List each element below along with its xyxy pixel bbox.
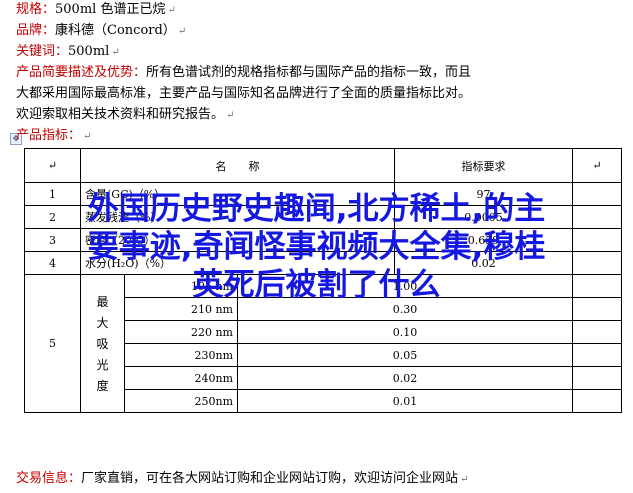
overlay-line-3: 英死后被割了什么 [192, 267, 441, 303]
table-cell: ↵ [24, 148, 81, 183]
header-name-cell: 名 称 [79, 148, 396, 183]
overlay-line-1: 外国历史野史趣闻,北方稀土,的主 [87, 191, 546, 227]
abs-label-char: 度 [96, 379, 109, 393]
paragraph-mark-icon: ↵ [83, 131, 92, 142]
desc-text-3: 欢迎索取相关技术资料和研究报告。 [16, 107, 225, 122]
table-cell [572, 389, 623, 413]
desc-label: 产品简要描述及优势： [16, 65, 147, 80]
abs-value: 0.01 [236, 389, 574, 413]
paragraph-mark-icon: ↵ [460, 474, 469, 485]
indicators-line: 产品指标： ↵ [16, 127, 91, 146]
spec-line: 规格：500ml 色谱正已烷 ↵ [16, 1, 176, 20]
abs-value: 0.05 [236, 343, 574, 367]
brand-label: 品牌： [16, 23, 56, 38]
abs-label-char: 大 [96, 316, 109, 330]
keywords-value: 500ml [68, 44, 110, 59]
header-req-cell: 指标要求 [394, 148, 574, 183]
abs-label-char: 光 [96, 358, 109, 372]
abs-wavelength: 240nm [124, 366, 238, 390]
indicators-label: 产品指标： [16, 128, 82, 143]
overlay-title: 外国历史野史趣闻,北方稀土,的主 要事迹,奇闻怪事视频大全集,穆桂 英死后被割了… [0, 190, 633, 304]
desc-line-2: 大都采用国际最高标准，主要产品与国际知名品牌进行了全面的质量指标比对。 [16, 85, 471, 103]
spec-label: 规格： [16, 2, 56, 17]
trade-value: 厂家直销，可在各大网站订购和企业网站订购，欢迎访问企业网站 [81, 471, 459, 486]
paragraph-mark-icon: ↵ [167, 5, 176, 16]
paragraph-mark-icon: ↵ [226, 110, 235, 121]
trade-line: 交易信息：厂家直销，可在各大网站订购和企业网站订购，欢迎访问企业网站 ↵ [16, 470, 468, 489]
brand-value: 康科德（Concord） [55, 23, 176, 38]
table-cell: ↵ [572, 148, 623, 183]
abs-value: 0.10 [236, 320, 574, 344]
overlay-line-2: 要事迹,奇闻怪事视频大全集,穆桂 [87, 229, 546, 265]
brand-line: 品牌：康科德（Concord） ↵ [16, 22, 186, 41]
abs-wavelength: 220 nm [124, 320, 238, 344]
keywords-line: 关键词：500ml ↵ [16, 43, 120, 62]
keywords-label: 关键词： [16, 44, 69, 59]
abs-wavelength: 250nm [124, 389, 238, 413]
spec-value: 500ml 色谱正已烷 [55, 2, 166, 17]
desc-line-1: 产品简要描述及优势：所有色谱试剂的规格指标都与国际产品的指标一致，而且 [16, 64, 471, 82]
desc-text-2: 大都采用国际最高标准，主要产品与国际知名品牌进行了全面的质量指标比对。 [16, 86, 472, 101]
trade-label: 交易信息： [16, 471, 82, 486]
table-cell [572, 320, 623, 344]
desc-line-3: 欢迎索取相关技术资料和研究报告。 ↵ [16, 106, 234, 125]
table-cell [572, 343, 623, 367]
desc-text-1: 所有色谱试剂的规格指标都与国际产品的指标一致，而且 [146, 65, 472, 80]
table-header-row: ↵ 名 称 指标要求 ↵ [24, 148, 623, 183]
paragraph-mark-icon: ↵ [177, 26, 187, 37]
abs-wavelength: 230nm [124, 343, 238, 367]
table-cell [572, 366, 623, 390]
abs-label-char: 吸 [96, 337, 109, 351]
abs-value: 0.02 [236, 366, 574, 390]
paragraph-mark-icon: ↵ [111, 47, 120, 58]
